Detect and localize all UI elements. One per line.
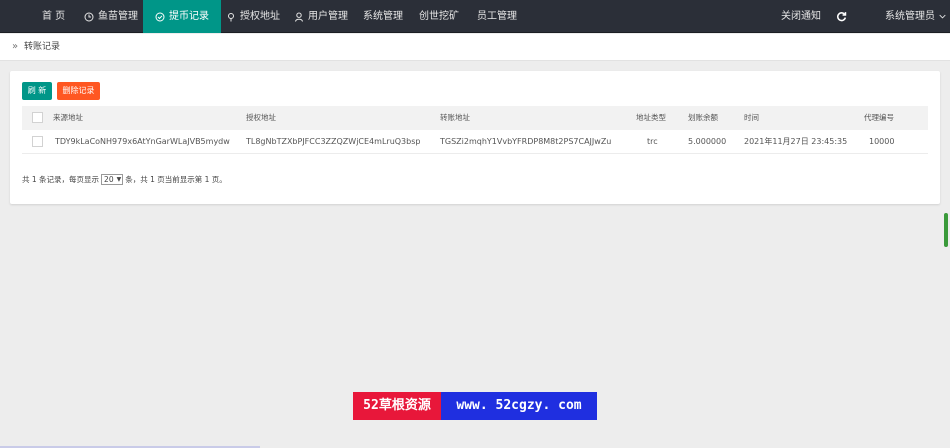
user-icon: [295, 12, 303, 22]
cell-auth-address: TL8gNbTZXbPJFCC3ZZQZWjCE4mLruQ3bsp: [246, 137, 421, 146]
nav-system-management[interactable]: 系统管理: [363, 0, 403, 33]
nav-fish-management-label: 鱼苗管理: [98, 11, 138, 22]
cell-address-type: trc: [647, 137, 658, 146]
header-balance: 划账余额: [688, 113, 718, 122]
nav-user-management[interactable]: 用户管理: [294, 0, 348, 33]
cell-source-address: TDY9kLaCoNH979x6AtYnGarWLaJVB5mydw: [55, 137, 230, 146]
nav-home-label: 首 页: [42, 11, 66, 22]
table-header: 来源地址 授权地址 转账地址 地址类型 划账余额 时间 代理编号: [22, 106, 928, 130]
header-auth-address: 授权地址: [246, 113, 276, 122]
nav-home[interactable]: 首 页: [42, 0, 65, 33]
header-transfer-address: 转账地址: [440, 113, 470, 122]
refresh-button[interactable]: 刷 新: [22, 82, 52, 100]
close-notice-label: 关闭通知: [781, 11, 821, 22]
scrollbar-thumb[interactable]: [944, 213, 948, 247]
watermark-logo: 52草根资源: [353, 392, 441, 420]
cell-balance: 5.000000: [688, 137, 727, 146]
nav-fish-management[interactable]: 鱼苗管理: [84, 0, 138, 33]
pager-prefix: 共 1 条记录，每页显示: [22, 175, 100, 184]
page-size-value: 20: [104, 175, 114, 184]
row-checkbox[interactable]: [32, 136, 43, 147]
records-card: 刷 新 删除记录 来源地址 授权地址 转账地址 地址类型 划账余额 时间 代理编…: [10, 71, 940, 204]
nav-staff-management-label: 员工管理: [477, 11, 517, 22]
header-time: 时间: [744, 113, 759, 122]
admin-menu[interactable]: 系统管理员: [885, 0, 946, 33]
refresh-page-button[interactable]: [836, 0, 847, 33]
cell-transfer-address: TGSZi2mqhY1VvbYFRDP8M8t2PS7CAJJwZu: [440, 137, 612, 146]
nav-withdraw-records-label: 提币记录: [169, 11, 209, 22]
breadcrumb: » 转账记录: [0, 34, 950, 61]
cell-agent-id: 10000: [869, 137, 895, 146]
header-address-type: 地址类型: [636, 113, 666, 122]
clock-icon: [84, 12, 94, 21]
select-all-checkbox[interactable]: [32, 112, 43, 123]
header-source-address: 来源地址: [53, 113, 83, 122]
page-size-select[interactable]: 20 ▼: [101, 174, 124, 185]
watermark-url: www. 52cgzy. com: [441, 392, 597, 420]
nav-genesis-mining[interactable]: 创世挖矿: [419, 0, 459, 33]
pager-suffix: 条，共 1 页当前显示第 1 页。: [125, 175, 227, 184]
double-chevron-icon: »: [12, 41, 19, 52]
pagination-info: 共 1 条记录，每页显示 20 ▼ 条，共 1 页当前显示第 1 页。: [22, 174, 227, 185]
cell-time: 2021年11月27日 23:45:35: [744, 137, 848, 146]
nav-authorized-address[interactable]: 授权地址: [226, 0, 280, 33]
page-title: 转账记录: [24, 42, 61, 52]
admin-name: 系统管理员: [885, 11, 935, 22]
pin-icon: [228, 12, 234, 21]
nav-withdraw-records[interactable]: 提币记录: [143, 0, 221, 33]
refresh-icon: [837, 12, 847, 22]
chevron-down-icon: ▼: [116, 176, 122, 183]
nav-genesis-mining-label: 创世挖矿: [419, 11, 459, 22]
close-notice-button[interactable]: 关闭通知: [781, 0, 821, 33]
nav-staff-management[interactable]: 员工管理: [477, 0, 517, 33]
nav-authorized-address-label: 授权地址: [240, 11, 280, 22]
delete-records-button[interactable]: 删除记录: [57, 82, 100, 100]
top-nav-bar: 首 页 鱼苗管理 提币记录 授权地址 用户管理 系统管理 创世挖矿 员工管理 关…: [0, 0, 950, 33]
chevron-down-icon: [939, 14, 946, 19]
nav-system-management-label: 系统管理: [363, 11, 403, 22]
table-row: TDY9kLaCoNH979x6AtYnGarWLaJVB5mydw TL8gN…: [22, 130, 928, 154]
nav-user-management-label: 用户管理: [308, 11, 348, 22]
header-agent-id: 代理编号: [864, 113, 894, 122]
check-circle-icon: [155, 12, 165, 21]
